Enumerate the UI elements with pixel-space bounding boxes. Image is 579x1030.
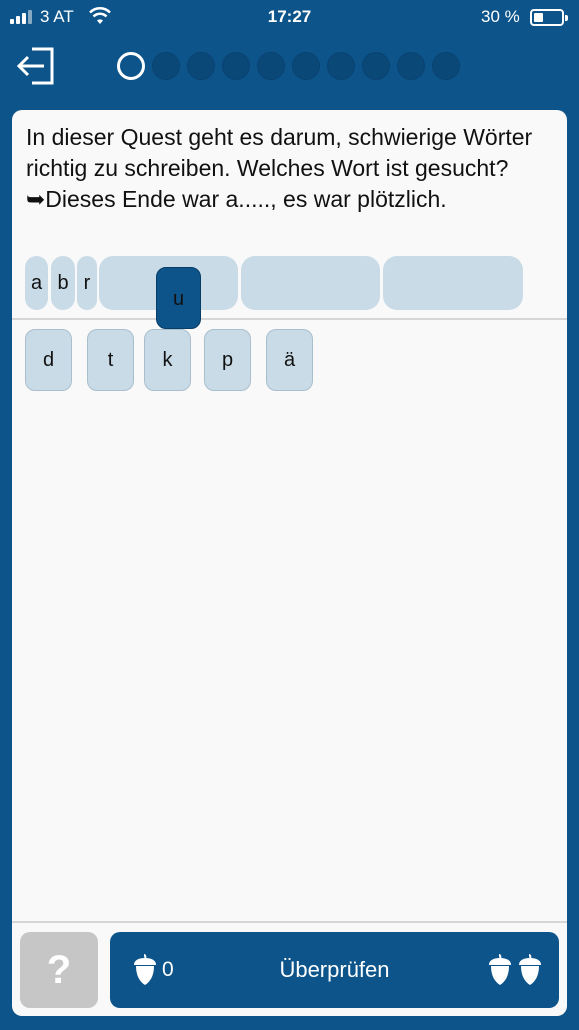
answer-letter[interactable]: b [51,256,75,310]
question-text: In dieser Quest geht es darum, schwierig… [26,124,533,212]
acorn-pair-icon [487,954,543,991]
progress-dot [222,52,250,80]
letter-tile[interactable]: ä [266,329,313,391]
status-bar: 3 AT 17:27 30 % [0,0,579,36]
answer-slot-empty[interactable] [241,256,380,310]
progress-dot-current [117,52,145,80]
answer-letter[interactable]: r [77,256,97,310]
letter-tile[interactable]: p [204,329,251,391]
help-button[interactable]: ? [20,932,98,1008]
check-button[interactable]: 0 Überprüfen [110,932,559,1008]
footer-divider [12,921,567,923]
answer-letter[interactable]: a [25,256,48,310]
dragging-letter-tile[interactable]: u [156,267,201,329]
acorn-icon [519,954,541,985]
progress-dot [362,52,390,80]
quest-card: In dieser Quest geht es darum, schwierig… [12,110,567,1016]
answer-slot-empty[interactable] [383,256,523,310]
letter-tile[interactable]: d [25,329,72,391]
letter-tile[interactable]: t [87,329,134,391]
exit-arrow-icon [16,47,54,85]
progress-dot [397,52,425,80]
answer-row: a b r [12,256,567,312]
exit-button[interactable] [14,44,58,88]
acorn-icon [488,954,511,985]
progress-dot [327,52,355,80]
progress-dot [257,52,285,80]
progress-dot [432,52,460,80]
letter-tile[interactable]: k [144,329,191,391]
progress-dot [187,52,215,80]
divider [12,318,567,320]
progress-dot [152,52,180,80]
progress-dot [292,52,320,80]
battery-percent: 30 % [481,7,520,26]
battery-icon [530,9,568,26]
